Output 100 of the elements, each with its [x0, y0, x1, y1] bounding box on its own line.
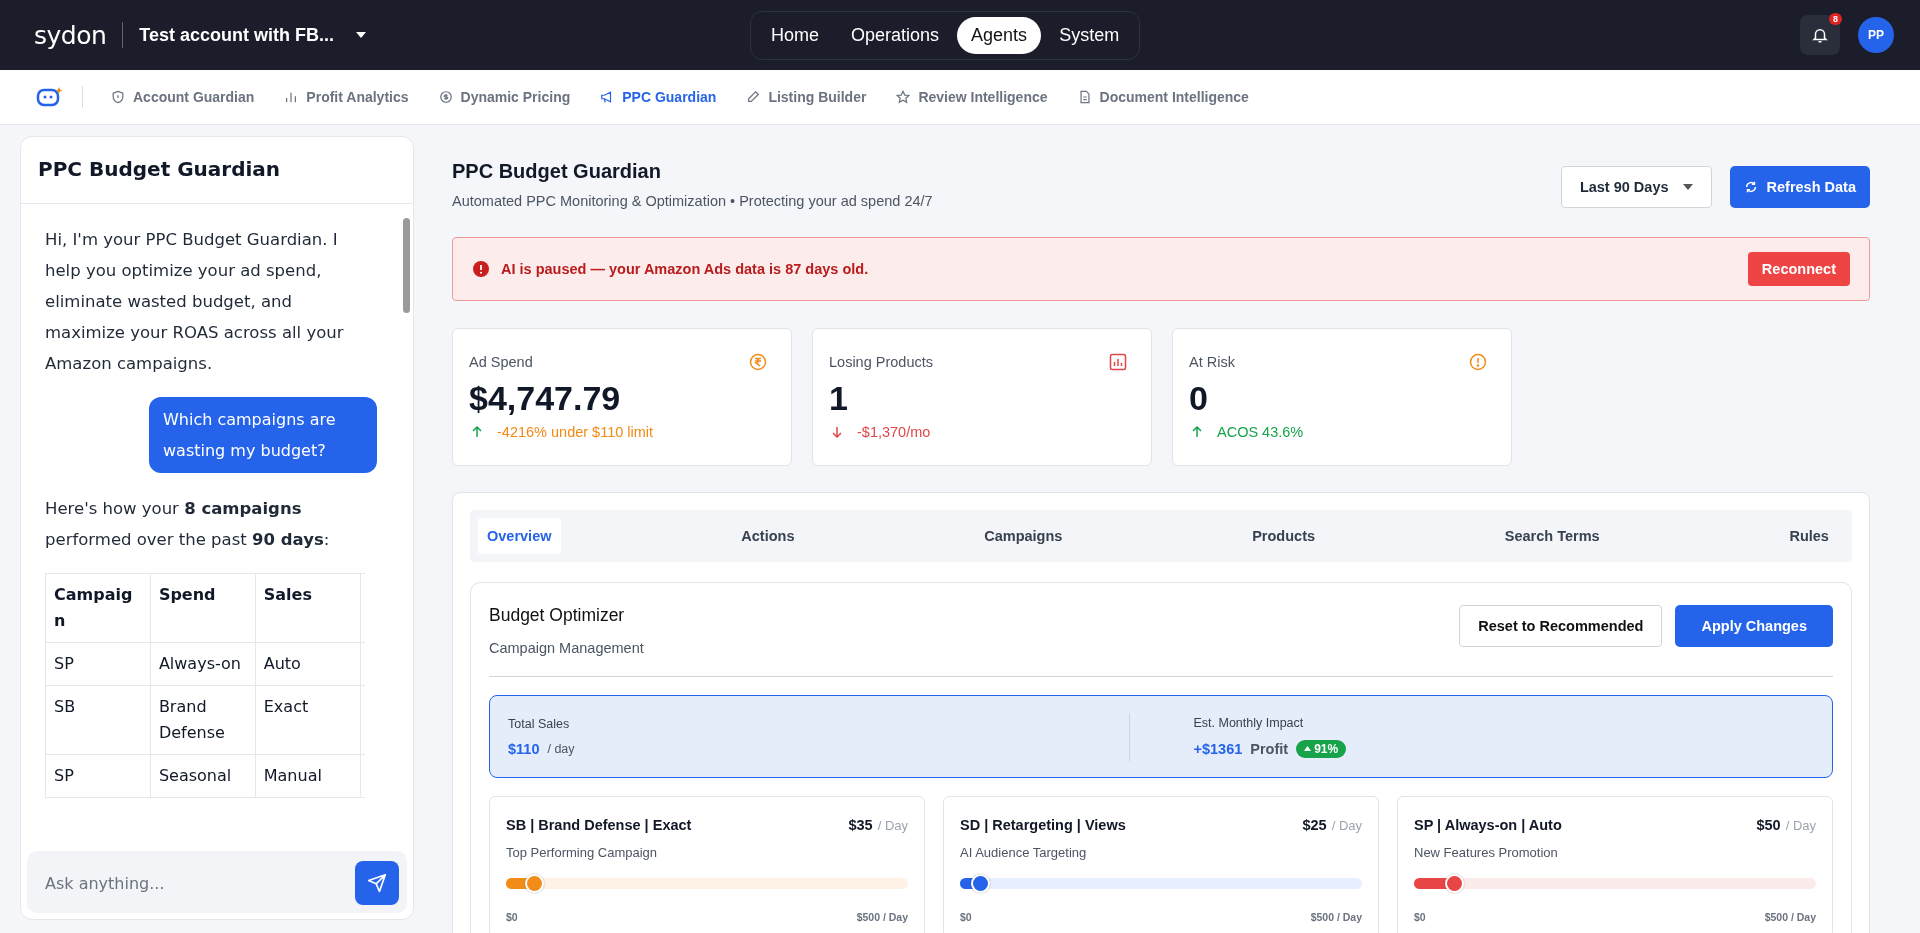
document-icon — [1077, 90, 1092, 104]
chat-input-field[interactable]: Ask anything... — [33, 861, 355, 905]
campaign-name: SB | Brand Defense | Exact — [506, 817, 693, 833]
table-cell: SB — [45, 685, 151, 755]
stat-label: Ad Spend — [469, 354, 533, 370]
agent-tab[interactable]: Listing Builder — [734, 83, 879, 111]
tab[interactable]: Products — [1243, 518, 1325, 554]
assistant-message: Hi, I'm your PPC Budget Guardian. I help you optimize your ad spend, eliminate wasted budget, and maximize your ROAS across all your Amazon campaigns. — [45, 229, 345, 375]
range-min: $0 — [506, 911, 518, 923]
user-message: Which campaigns are wasting my budget? — [149, 397, 377, 473]
coin-icon — [438, 90, 453, 104]
summary-value: $110 — [508, 740, 540, 757]
tab[interactable]: Overview — [478, 518, 561, 554]
slider-thumb[interactable] — [1445, 874, 1465, 893]
pen-icon — [746, 90, 761, 104]
budget-slider[interactable] — [506, 878, 908, 889]
stat-label: Losing Products — [829, 354, 933, 370]
campaign-budget: $35 — [848, 817, 873, 833]
error-icon — [473, 261, 489, 277]
shield-icon — [111, 90, 125, 104]
campaign-description: New Features Promotion — [1414, 845, 1559, 860]
budget-unit: / Day — [877, 818, 908, 833]
budget-unit: / Day — [1331, 818, 1362, 833]
notification-count: 8 — [1829, 13, 1842, 25]
table-cell: SP — [45, 642, 151, 686]
agent-tab[interactable]: Dynamic Pricing — [426, 83, 583, 111]
slider-thumb[interactable] — [525, 874, 545, 893]
rupee-icon — [749, 353, 767, 371]
page-title: PPC Budget Guardian — [452, 160, 662, 183]
table-cell: Brand Defense — [150, 685, 256, 755]
bot-logo-icon — [36, 86, 64, 108]
table-cell: Auto — [255, 642, 361, 686]
budget-unit: / Day — [1785, 818, 1816, 833]
range-min: $0 — [960, 911, 972, 923]
alert-icon — [1469, 353, 1487, 371]
nav-tab[interactable]: Agents — [957, 17, 1042, 54]
table-header-cell: Sales — [255, 573, 361, 643]
agent-tab[interactable]: Document Intelligence — [1065, 83, 1261, 111]
table-header-cell: Campaign — [45, 573, 151, 643]
campaign-description: AI Audience Targeting — [960, 845, 1088, 860]
nav-tab[interactable]: Operations — [837, 17, 954, 54]
chat-input-bar[interactable]: Ask anything... — [27, 851, 407, 913]
agent-tab[interactable]: PPC Guardian — [588, 83, 729, 111]
agent-tab[interactable]: Review Intelligence — [884, 83, 1060, 111]
budget-slider[interactable] — [1414, 878, 1816, 889]
range-max: $500 / Day — [1310, 911, 1362, 923]
stat-value: 1 — [829, 379, 849, 418]
table-cell: Exact — [255, 685, 361, 755]
table-cell: Seasonal — [150, 754, 256, 798]
tab[interactable]: Search Terms — [1495, 518, 1609, 554]
arrow-up-icon — [1191, 426, 1203, 438]
nav-tab[interactable]: System — [1045, 17, 1134, 54]
stat-value: $4,747.79 — [469, 379, 622, 418]
user-avatar[interactable]: PP — [1858, 17, 1894, 53]
bar-chart-icon — [284, 90, 299, 104]
arrow-down-icon — [831, 426, 843, 438]
arrow-up-icon — [471, 426, 483, 438]
account-selector[interactable]: Test account with FB... — [139, 24, 367, 46]
campaign-budget: $25 — [1302, 817, 1327, 833]
stat-value: 0 — [1189, 379, 1209, 418]
reconnect-button[interactable]: Reconnect — [1747, 252, 1850, 286]
summary-unit: Profit — [1250, 740, 1289, 757]
tab[interactable]: Actions — [732, 518, 804, 554]
reset-button[interactable]: Reset to Recommended — [1459, 605, 1663, 647]
bell-icon — [1811, 26, 1829, 44]
change-badge: 91% — [1296, 739, 1347, 758]
nav-tab[interactable]: Home — [757, 17, 833, 54]
chart-icon — [1109, 353, 1127, 371]
stat-note: ACOS 43.6% — [1217, 424, 1304, 440]
chat-title: PPC Budget Guardian — [21, 137, 413, 204]
summary-unit: / day — [547, 741, 575, 756]
alert-message: AI is paused — your Amazon Ads data is 87 days old. — [501, 261, 870, 277]
agent-tab[interactable]: Account Guardian — [99, 83, 267, 111]
assistant-message: Here's how your 8 campaigns performed over the past 90 days: — [45, 498, 331, 551]
triangle-up-icon — [1304, 746, 1312, 751]
tab[interactable]: Rules — [1780, 518, 1838, 554]
notifications-button[interactable]: 8 — [1800, 15, 1840, 55]
send-button[interactable] — [355, 861, 399, 905]
table-cell: SP — [45, 754, 151, 798]
apply-button[interactable]: Apply Changes — [1675, 605, 1833, 647]
range-max: $500 / Day — [1764, 911, 1816, 923]
agent-tab[interactable]: Profit Analytics — [272, 83, 421, 111]
star-icon — [896, 90, 911, 104]
date-range-dropdown[interactable]: Last 90 Days — [1560, 166, 1712, 208]
campaign-budget: $50 — [1756, 817, 1781, 833]
table-header-cell: Spend — [150, 573, 256, 643]
refresh-button[interactable]: Refresh Data — [1729, 166, 1870, 208]
slider-thumb[interactable] — [971, 874, 991, 893]
campaign-name: SD | Retargeting | Views — [960, 817, 1127, 833]
stat-note: -$1,370/mo — [857, 424, 931, 440]
table-cell: Always-on — [150, 642, 256, 686]
budget-slider[interactable] — [960, 878, 1362, 889]
caret-icon — [356, 32, 367, 38]
summary-label: Total Sales — [508, 716, 571, 731]
send-icon — [367, 873, 387, 893]
tab[interactable]: Campaigns — [975, 518, 1072, 554]
range-max: $500 / Day — [856, 911, 908, 923]
logo[interactable]: sydon — [34, 20, 107, 50]
stat-label: At Risk — [1189, 354, 1235, 370]
table-cell: Manual — [255, 754, 361, 798]
